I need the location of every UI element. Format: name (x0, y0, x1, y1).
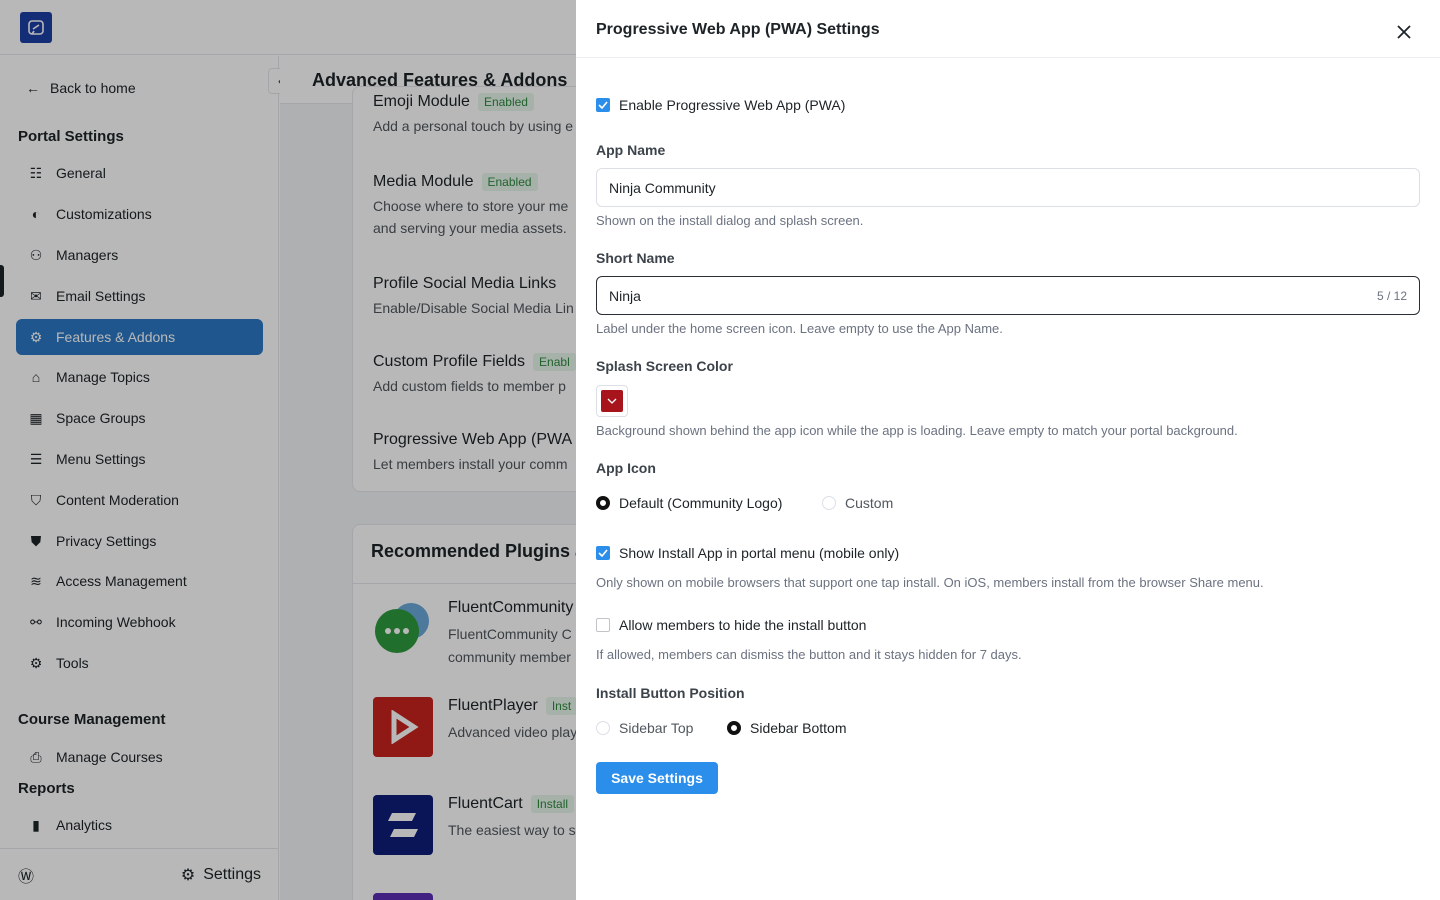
app-name-value: Ninja Community (609, 179, 716, 196)
radio-label: Sidebar Bottom (750, 720, 847, 736)
allow-hide-help: If allowed, members can dismiss the butt… (596, 647, 1022, 662)
drawer-header: Progressive Web App (PWA) Settings (576, 0, 1440, 58)
position-sidebar-bottom-radio[interactable]: Sidebar Bottom (727, 720, 847, 736)
app-name-help: Shown on the install dialog and splash s… (596, 213, 864, 228)
position-sidebar-top-radio[interactable]: Sidebar Top (596, 720, 693, 736)
allow-hide-checkbox[interactable] (596, 618, 610, 632)
app-icon-default-radio[interactable]: Default (Community Logo) (596, 495, 782, 511)
char-counter: 5 / 12 (1376, 288, 1407, 303)
show-install-label: Show Install App in portal menu (mobile … (619, 545, 900, 561)
short-name-help: Label under the home screen icon. Leave … (596, 321, 1003, 336)
chevron-down-icon (607, 398, 617, 404)
show-install-help: Only shown on mobile browsers that suppo… (596, 575, 1264, 590)
show-install-checkbox[interactable] (596, 546, 610, 560)
show-install-checkbox-row[interactable]: Show Install App in portal menu (mobile … (596, 545, 899, 561)
save-settings-button[interactable]: Save Settings (596, 762, 718, 794)
short-name-value: Ninja (609, 287, 641, 304)
short-name-label: Short Name (596, 250, 675, 266)
radio-unselected[interactable] (596, 721, 610, 735)
radio-selected[interactable] (596, 496, 610, 510)
radio-unselected[interactable] (822, 496, 836, 510)
app-name-label: App Name (596, 142, 666, 158)
short-name-input[interactable]: Ninja 5 / 12 (596, 276, 1420, 315)
close-button[interactable] (1392, 20, 1416, 44)
allow-hide-label: Allow members to hide the install button (619, 617, 867, 633)
checkmark-icon (598, 101, 608, 109)
allow-hide-checkbox-row[interactable]: Allow members to hide the install button (596, 617, 866, 633)
enable-pwa-checkbox[interactable] (596, 98, 610, 112)
splash-color-help: Background shown behind the app icon whi… (596, 423, 1238, 438)
radio-label: Sidebar Top (619, 720, 694, 736)
radio-selected[interactable] (727, 721, 741, 735)
color-swatch (601, 390, 623, 412)
close-icon (1397, 25, 1411, 39)
checkmark-icon (598, 549, 608, 557)
enable-pwa-label: Enable Progressive Web App (PWA) (619, 97, 846, 113)
app-name-input[interactable]: Ninja Community (596, 168, 1420, 207)
install-position-label: Install Button Position (596, 685, 745, 701)
splash-color-picker[interactable] (596, 385, 628, 417)
splash-color-label: Splash Screen Color (596, 358, 733, 374)
drawer-title: Progressive Web App (PWA) Settings (596, 21, 880, 38)
radio-label: Default (Community Logo) (619, 495, 783, 511)
enable-pwa-checkbox-row[interactable]: Enable Progressive Web App (PWA) (596, 97, 845, 113)
pwa-settings-drawer: Progressive Web App (PWA) Settings Enabl… (576, 0, 1440, 900)
app-icon-label: App Icon (596, 460, 656, 476)
radio-label: Custom (845, 495, 894, 511)
app-icon-custom-radio[interactable]: Custom (822, 495, 893, 511)
